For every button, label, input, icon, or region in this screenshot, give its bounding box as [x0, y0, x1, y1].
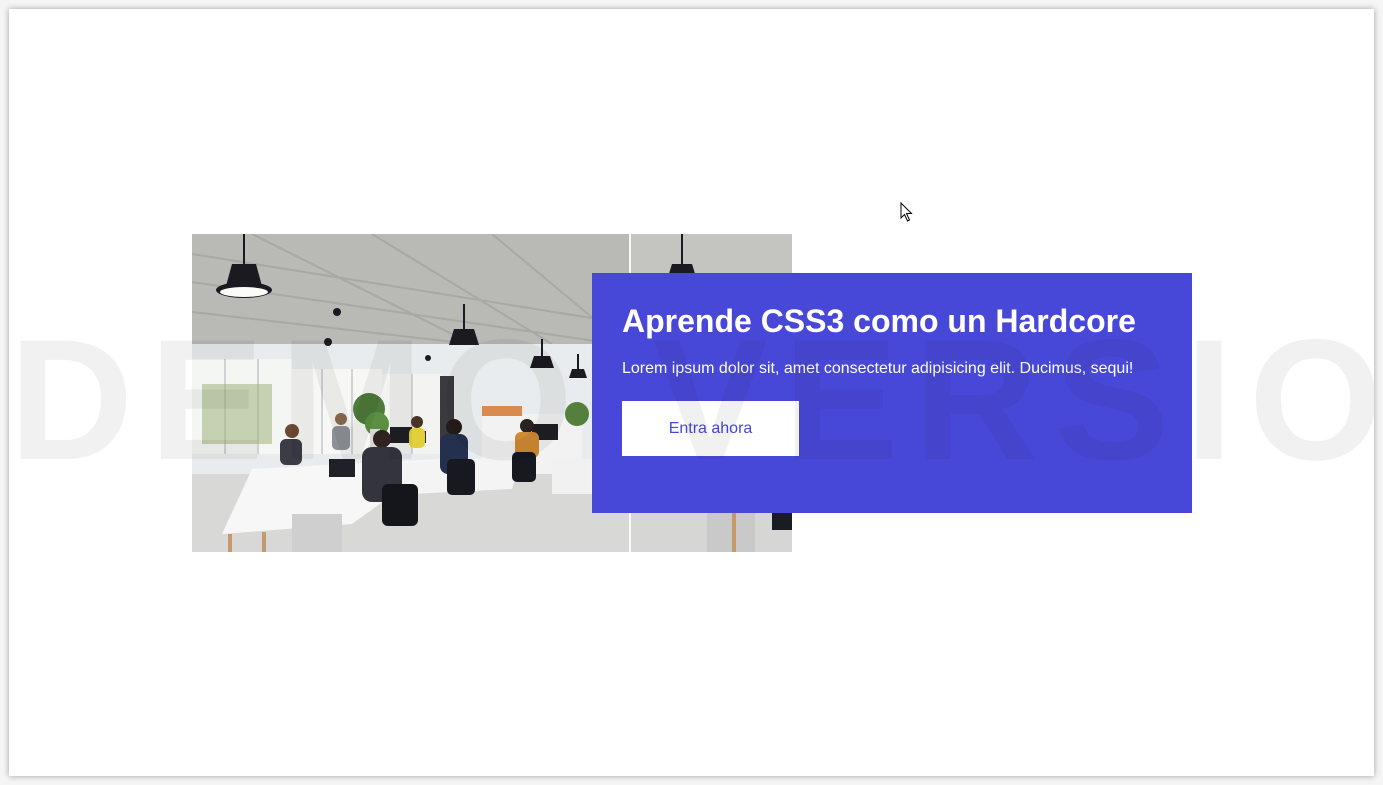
- card-description: Lorem ipsum dolor sit, amet consectetur …: [622, 360, 1134, 377]
- promo-card: Aprende CSS3 como un Hardcore Lorem ipsu…: [592, 273, 1192, 513]
- enter-button[interactable]: Entra ahora: [622, 401, 799, 456]
- browser-viewport: Aprende CSS3 como un Hardcore Lorem ipsu…: [9, 9, 1374, 776]
- card-title: Aprende CSS3 como un Hardcore: [622, 303, 1136, 339]
- arrow-cursor-icon: [900, 201, 914, 227]
